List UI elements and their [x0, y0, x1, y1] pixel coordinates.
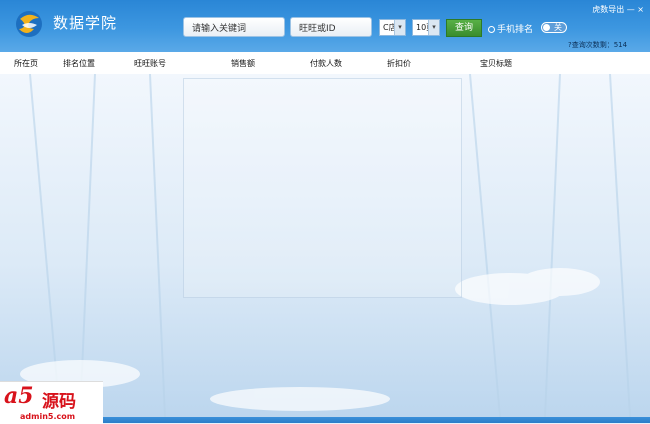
mobile-rank-label: 手机排名 — [497, 25, 534, 35]
watermark-logo: a5 源码 admin5.com — [0, 381, 103, 424]
column-buyers: 付款人数 — [310, 59, 342, 68]
column-discount-price: 折扣价 — [387, 59, 411, 68]
keyword-input[interactable]: 请输入关键词 — [183, 17, 285, 37]
query-button[interactable]: 查询 — [446, 19, 482, 37]
watermark-brand: a5 — [4, 383, 34, 409]
column-wangwang-account: 旺旺账号 — [134, 59, 166, 68]
app-logo-icon — [16, 11, 42, 37]
column-item-title: 宝贝标题 — [480, 59, 512, 68]
faded-background-panel — [183, 78, 462, 298]
wangwang-id-input[interactable]: 旺旺或ID — [290, 17, 372, 37]
app-title: 数据学院 — [53, 14, 118, 32]
toggle-label: 关 — [554, 23, 562, 32]
remaining-queries-status: ?查询次数剩：514 — [568, 41, 628, 49]
results-area — [0, 74, 650, 417]
chevron-down-icon: ▾ — [428, 20, 439, 35]
radio-icon — [488, 26, 495, 33]
toggle-knob-icon — [543, 24, 550, 31]
column-rank-position: 排名位置 — [63, 59, 95, 68]
column-page: 所在页 — [14, 59, 38, 68]
window-controls[interactable]: 虎数导出 — × — [592, 4, 644, 15]
title-bar: 数据学院 请输入关键词 旺旺或ID C店 ▾ 10页 ▾ 查询 手机排名 关 虎… — [0, 0, 650, 52]
table-header: 所在页 排名位置 旺旺账号 销售额 付款人数 折扣价 宝贝标题 — [0, 52, 650, 75]
column-sales: 销售额 — [231, 59, 255, 68]
watermark-url: admin5.com — [20, 412, 76, 421]
store-type-select[interactable]: C店 ▾ — [379, 19, 406, 36]
page-count-select[interactable]: 10页 ▾ — [412, 19, 440, 36]
watermark-name: 源码 — [42, 392, 76, 412]
chevron-down-icon: ▾ — [394, 20, 405, 35]
mobile-rank-radio[interactable]: 手机排名 — [488, 22, 533, 35]
